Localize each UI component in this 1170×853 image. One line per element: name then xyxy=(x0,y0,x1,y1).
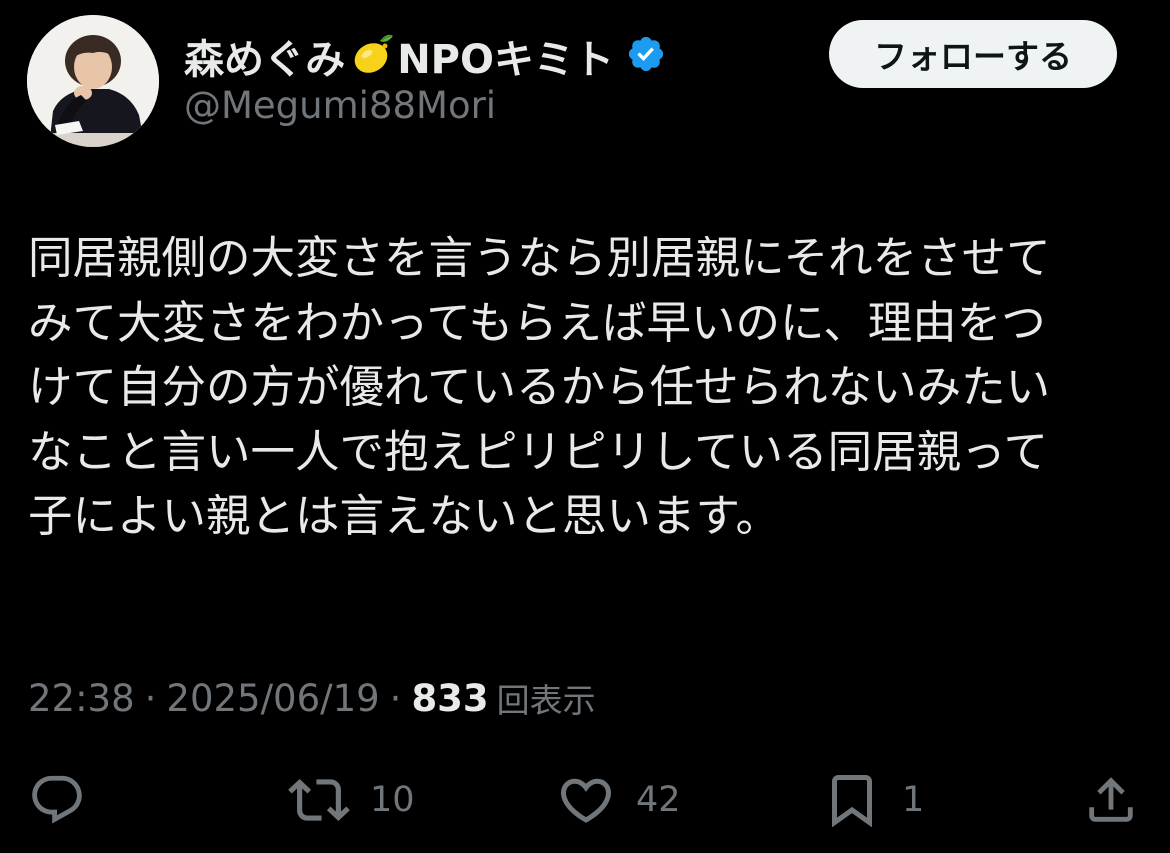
retweet-count: 10 xyxy=(370,780,415,820)
author-display-name-suffix[interactable]: NPOキミト xyxy=(397,27,614,85)
bookmark-count: 1 xyxy=(902,780,925,820)
tweet-text: 同居親側の大変さを言うなら別居親にそれをさせて みて大変さをわかってもらえば早い… xyxy=(28,233,1051,542)
views-label[interactable]: 回表示 xyxy=(497,674,596,722)
tweet-date[interactable]: 2025/06/19 xyxy=(166,677,379,720)
reply-icon xyxy=(28,771,86,829)
meta-separator: · xyxy=(144,676,157,720)
tweet-meta: 22:38 · 2025/06/19 · 833 回表示 xyxy=(28,672,596,724)
author-display-name[interactable]: 森めぐみ xyxy=(184,27,345,85)
retweet-icon xyxy=(288,769,350,831)
action-bar: 10 42 1 xyxy=(0,764,1170,836)
meta-separator: · xyxy=(389,676,402,720)
retweet-button[interactable]: 10 xyxy=(288,764,415,836)
tweet-time[interactable]: 22:38 xyxy=(28,677,135,720)
share-icon xyxy=(1082,771,1140,829)
avatar-photo xyxy=(27,15,159,147)
share-button[interactable] xyxy=(1082,764,1140,836)
author-handle[interactable]: @Megumi88Mori xyxy=(184,84,496,127)
heart-icon xyxy=(556,770,616,830)
like-button[interactable]: 42 xyxy=(556,764,681,836)
bookmark-icon xyxy=(822,770,882,830)
author-name-row[interactable]: 森めぐみ NPOキミト xyxy=(184,28,666,84)
like-count: 42 xyxy=(636,780,681,820)
views-count[interactable]: 833 xyxy=(411,677,488,720)
avatar[interactable] xyxy=(27,15,159,147)
bookmark-button[interactable]: 1 xyxy=(822,764,924,836)
lemon-icon xyxy=(347,30,395,82)
reply-button[interactable] xyxy=(28,764,86,836)
follow-button[interactable]: フォローする xyxy=(829,20,1117,88)
verified-badge-icon xyxy=(626,34,666,78)
